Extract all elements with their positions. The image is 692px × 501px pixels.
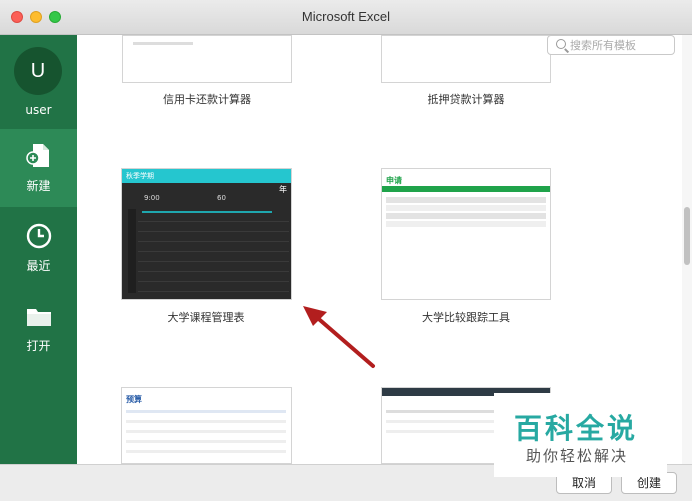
thumb-end-time: 60 <box>217 194 226 202</box>
search-box[interactable] <box>547 35 675 55</box>
template-caption: 抵押贷款计算器 <box>427 93 505 106</box>
template-caption: 大学课程管理表 <box>167 311 245 324</box>
thumb-header-text: 秋季学期 <box>126 172 154 180</box>
template-thumb-budget[interactable]: 预算 <box>121 387 292 464</box>
folder-icon <box>27 309 51 326</box>
title-bar: Microsoft Excel <box>0 0 692 35</box>
template-thumb-credit-card[interactable] <box>122 35 292 83</box>
annotation-arrow-icon <box>303 306 375 368</box>
search-input[interactable] <box>570 37 670 53</box>
sidebar-item-new[interactable]: 新建 <box>0 129 77 207</box>
scrollbar-thumb[interactable] <box>684 207 690 265</box>
sidebar: U user 新建 最近 打开 <box>0 35 77 464</box>
template-thumb-mortgage[interactable] <box>381 35 551 83</box>
thumb-title: 申请 <box>386 176 402 185</box>
watermark: 百科全说 助你轻松解决 <box>494 393 667 477</box>
sidebar-item-open[interactable]: 打开 <box>0 289 77 367</box>
template-caption: 信用卡还款计算器 <box>163 93 251 106</box>
thumb-title: 预算 <box>126 395 142 404</box>
avatar[interactable]: U <box>14 47 62 95</box>
sidebar-item-label: 打开 <box>26 339 51 353</box>
thumb-year-text: 年 <box>279 185 287 194</box>
clock-icon <box>26 223 52 249</box>
sidebar-item-label: 新建 <box>26 179 51 193</box>
search-icon <box>556 39 566 49</box>
sidebar-item-label: 最近 <box>26 259 51 273</box>
template-thumb-course-manager[interactable]: 秋季学期 年 9:00 60 <box>121 168 292 300</box>
new-doc-icon <box>26 144 49 167</box>
scrollbar[interactable] <box>682 35 692 464</box>
username-label: user <box>25 103 52 117</box>
window-title: Microsoft Excel <box>301 9 391 24</box>
template-thumb-college-compare[interactable]: 申请 <box>381 168 551 300</box>
watermark-title: 百科全说 <box>514 412 639 445</box>
watermark-subtitle: 助你轻松解决 <box>526 447 629 465</box>
sidebar-item-recent[interactable]: 最近 <box>0 209 77 287</box>
excel-window: Microsoft Excel U user 新建 最近 打开 信用卡还款计算器… <box>0 0 692 501</box>
template-caption: 大学比较跟踪工具 <box>422 311 510 324</box>
thumb-start-time: 9:00 <box>144 194 160 202</box>
